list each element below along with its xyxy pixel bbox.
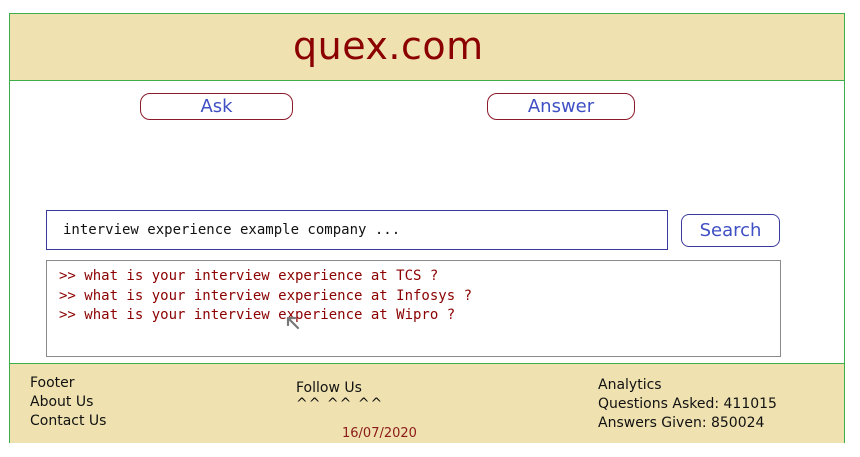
suggestion-item[interactable]: >> what is your interview experience at … <box>47 267 780 287</box>
site-title[interactable]: quex.com <box>293 24 484 68</box>
search-input[interactable]: interview experience example company ... <box>46 210 668 250</box>
page-frame: quex.com Ask Answer interview experience… <box>9 13 845 443</box>
about-us-link[interactable]: About Us <box>30 394 93 410</box>
suggestion-item[interactable]: >> what is your interview experience at … <box>47 306 780 326</box>
search-button[interactable]: Search <box>681 214 780 247</box>
answers-given-stat: Answers Given: 850024 <box>598 415 765 431</box>
header: quex.com <box>10 14 844 81</box>
footer-date: 16/07/2020 <box>342 426 417 441</box>
follow-us-label: Follow Us <box>296 380 362 396</box>
questions-asked-stat: Questions Asked: 411015 <box>598 396 777 412</box>
analytics-label: Analytics <box>598 377 662 393</box>
answer-button[interactable]: Answer <box>487 93 635 120</box>
suggestion-list: >> what is your interview experience at … <box>46 260 781 357</box>
ask-button[interactable]: Ask <box>140 93 293 120</box>
mouse-cursor-icon <box>286 316 300 330</box>
suggestion-item[interactable]: >> what is your interview experience at … <box>47 287 780 307</box>
contact-us-link[interactable]: Contact Us <box>30 413 106 429</box>
social-icons[interactable]: ^^ ^^ ^^ <box>296 396 383 412</box>
footer-label: Footer <box>30 375 75 391</box>
footer: Footer About Us Contact Us Follow Us ^^ … <box>10 363 844 443</box>
